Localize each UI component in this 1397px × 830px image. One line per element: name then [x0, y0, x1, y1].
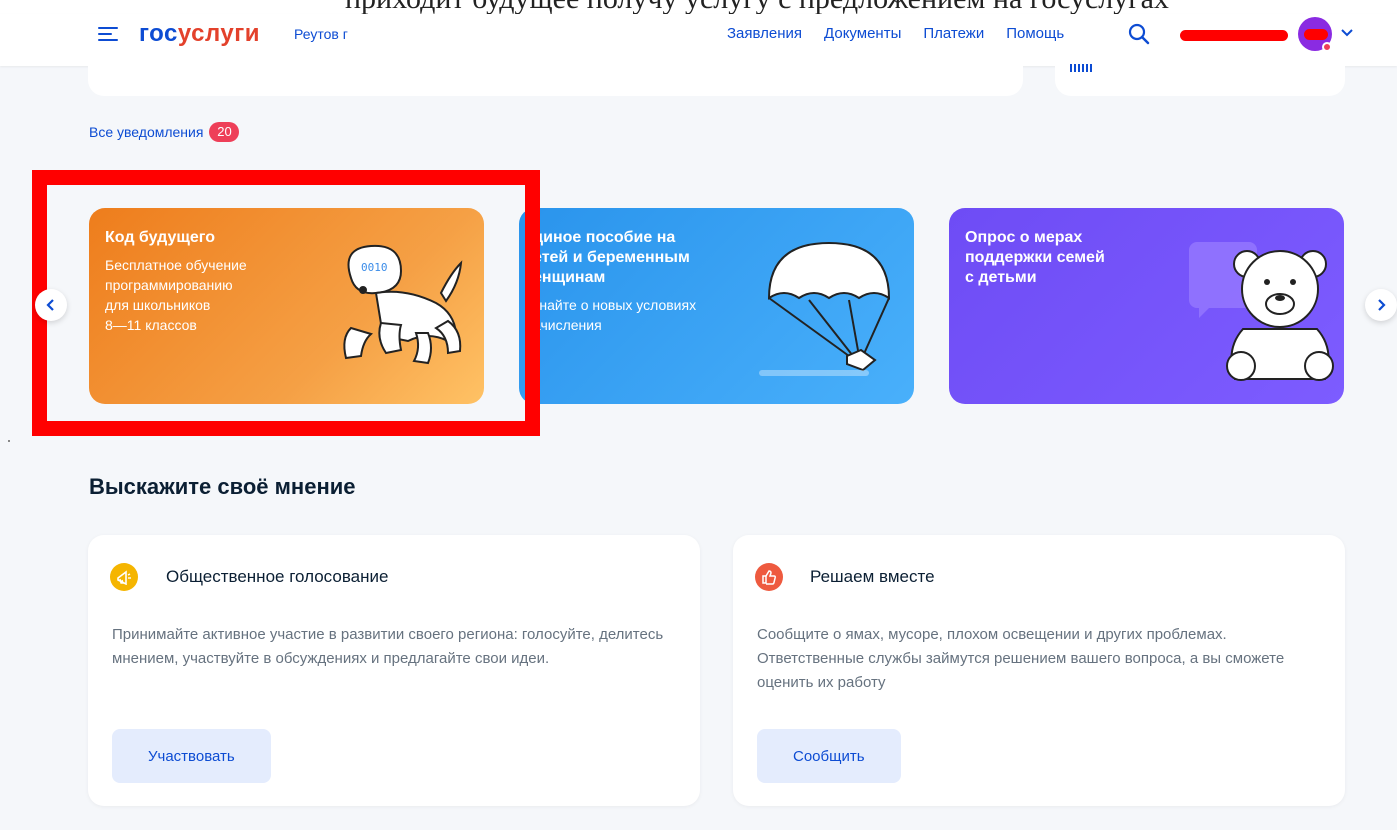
- carousel-next-button[interactable]: [1365, 289, 1397, 321]
- banner-title-line: с детьми: [965, 269, 1037, 286]
- divider-dot: [8, 440, 10, 442]
- avatar-notification-dot: [1322, 42, 1332, 52]
- notifications-label: Все уведомления: [89, 124, 204, 140]
- nav-help[interactable]: Помощь: [1006, 25, 1064, 42]
- banner-title-line: Опрос о мерах: [965, 229, 1083, 246]
- banner-family-support-survey[interactable]: Опрос о мерах поддержки семей с детьми: [949, 208, 1344, 404]
- city-selector[interactable]: Реутов г: [294, 26, 348, 42]
- banner-subtitle-line: знайте о новых условиях: [533, 297, 697, 313]
- all-notifications-link[interactable]: Все уведомления 20: [89, 122, 240, 142]
- banner-subtitle-line: 8—11 классов: [105, 317, 197, 333]
- logo-part-uslugi: услуги: [177, 20, 260, 47]
- report-button[interactable]: Сообщить: [757, 729, 901, 783]
- card-public-voting: Общественное голосование Принимайте акти…: [88, 535, 700, 806]
- logo-part-gos: гос: [139, 20, 178, 47]
- banner-subtitle-line: ачисления: [533, 317, 602, 333]
- banner-unified-allowance[interactable]: диное пособие на етей и беременным енщин…: [519, 208, 914, 404]
- redacted-username: [1180, 30, 1288, 41]
- redacted-avatar-overlay: [1304, 29, 1328, 40]
- banner-code-of-future[interactable]: Код будущего Бесплатное обучение програм…: [89, 208, 484, 404]
- participate-button[interactable]: Участвовать: [112, 729, 271, 783]
- barcode-icon: [1070, 64, 1092, 72]
- nav-applications[interactable]: Заявления: [727, 25, 802, 42]
- megaphone-icon: [110, 563, 138, 591]
- banner-title-line: енщинам: [533, 269, 606, 286]
- chevron-right-icon: [1378, 299, 1386, 311]
- card-title: Общественное голосование: [166, 567, 389, 586]
- avatar[interactable]: [1298, 17, 1332, 52]
- robot-dog-icon: 0010: [343, 244, 463, 365]
- banner-title: Код будущего: [105, 229, 215, 246]
- nav-documents[interactable]: Документы: [824, 25, 901, 42]
- banner-subtitle-line: Бесплатное обучение: [105, 257, 247, 273]
- chevron-left-icon: [46, 299, 54, 311]
- card-decide-together: Решаем вместе Сообщите о ямах, мусоре, п…: [733, 535, 1345, 806]
- parachute-icon: [759, 241, 891, 376]
- carousel-prev-button[interactable]: [35, 289, 67, 321]
- banner-title-line: поддержки семей: [965, 249, 1105, 266]
- section-title: Выскажите своё мнение: [89, 474, 356, 499]
- main-nav: Заявления Документы Платежи Помощь: [727, 25, 1064, 42]
- logo[interactable]: госуслуги: [139, 20, 260, 48]
- banner-title-line: етей и беременным: [533, 249, 690, 266]
- banner-title-line: диное пособие на: [533, 229, 676, 246]
- teddy-bear-icon: [1189, 242, 1334, 381]
- banner-subtitle-line: программированию: [105, 277, 233, 293]
- card-title: Решаем вместе: [810, 567, 935, 586]
- svg-text:0010: 0010: [361, 261, 388, 274]
- notifications-count-badge: 20: [209, 122, 240, 142]
- nav-payments[interactable]: Платежи: [923, 25, 984, 42]
- card-description: Сообщите о ямах, мусоре, плохом освещени…: [757, 626, 1285, 691]
- banner-subtitle-line: для школьников: [105, 297, 211, 313]
- chevron-down-icon[interactable]: [1340, 26, 1354, 40]
- previous-card-left: [88, 52, 1023, 96]
- card-description: Принимайте активное участие в развитии с…: [112, 626, 664, 667]
- thumbs-up-icon: [755, 563, 783, 591]
- search-icon[interactable]: [1127, 22, 1151, 46]
- previous-card-right: [1055, 52, 1345, 96]
- menu-icon[interactable]: [98, 26, 118, 42]
